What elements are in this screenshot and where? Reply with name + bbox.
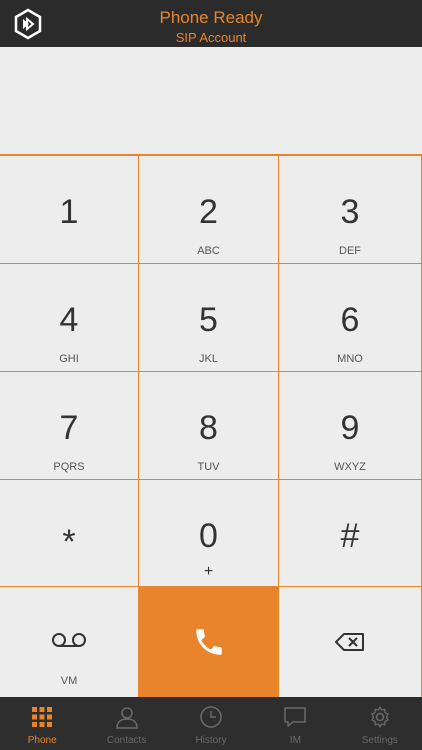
key-5[interactable]: 5 JKL: [139, 264, 279, 372]
key-letters: PQRS: [53, 461, 85, 473]
dial-keypad: 1 2 ABC 3 DEF 4 GHI 5 JKL 6 MNO 7 PQRS 8 TUV 9 W…: [0, 156, 422, 697]
key-digit: #: [340, 517, 360, 555]
tab-contacts[interactable]: Contacts: [84, 697, 168, 750]
key-digit: 2: [199, 193, 218, 231]
key-digit: 1: [59, 193, 79, 231]
chat-bubble-icon: [284, 707, 307, 727]
key-plus: +: [203, 563, 214, 580]
key-digit: 4: [59, 301, 79, 339]
phone-status: Phone Ready: [159, 8, 263, 27]
call-button[interactable]: [139, 587, 279, 697]
tab-phone[interactable]: Phone: [0, 697, 84, 750]
tab-bar: Phone Contacts History IM Settings: [0, 697, 422, 750]
tab-history[interactable]: History: [169, 697, 253, 750]
key-9[interactable]: 9 WXYZ: [279, 372, 422, 480]
tab-label: IM: [289, 735, 301, 746]
tab-label: Settings: [361, 735, 398, 746]
dial-display[interactable]: [0, 47, 422, 156]
top-bar: Phone Ready SIP Account: [0, 0, 422, 47]
gear-icon: [371, 706, 389, 728]
voicemail-label: VM: [60, 675, 78, 687]
key-digit: 8: [199, 409, 218, 447]
key-letters: ABC: [197, 245, 220, 257]
tab-label: History: [195, 735, 227, 746]
key-1[interactable]: 1: [0, 156, 139, 264]
key-letters: JKL: [199, 353, 218, 365]
key-digit: 5: [199, 301, 218, 339]
key-digit: 9: [340, 409, 360, 447]
delete-button[interactable]: [279, 587, 422, 697]
clock-icon: [200, 706, 222, 728]
key-hash[interactable]: #: [279, 480, 422, 587]
key-8[interactable]: 8 TUV: [139, 372, 279, 480]
tab-label: Contacts: [106, 735, 147, 746]
key-digit: 7: [59, 409, 79, 447]
person-icon: [115, 707, 138, 729]
voicemail-icon: [52, 633, 86, 647]
key-digit: 0: [199, 517, 218, 555]
key-digit: 6: [340, 301, 360, 339]
key-0[interactable]: 0 +: [139, 480, 279, 587]
key-letters: WXYZ: [334, 461, 366, 473]
key-3[interactable]: 3 DEF: [279, 156, 422, 264]
key-4[interactable]: 4 GHI: [0, 264, 139, 372]
key-7[interactable]: 7 PQRS: [0, 372, 139, 480]
key-digit: 3: [340, 193, 360, 231]
tab-im[interactable]: IM: [253, 697, 337, 750]
tab-label: Phone: [27, 735, 57, 746]
key-letters: GHI: [59, 353, 79, 365]
key-letters: MNO: [337, 353, 363, 365]
account-name: SIP Account: [175, 30, 247, 45]
key-2[interactable]: 2 ABC: [139, 156, 279, 264]
key-letters: DEF: [339, 245, 361, 257]
voicemail-button[interactable]: VM: [0, 587, 139, 697]
key-letters: TUV: [197, 461, 220, 473]
tab-settings[interactable]: Settings: [338, 697, 422, 750]
phone-icon: [195, 629, 222, 655]
key-6[interactable]: 6 MNO: [279, 264, 422, 372]
backspace-icon: [335, 633, 364, 651]
keypad-icon: [32, 707, 53, 727]
key-digit: *: [62, 523, 76, 561]
key-star[interactable]: *: [0, 480, 139, 587]
